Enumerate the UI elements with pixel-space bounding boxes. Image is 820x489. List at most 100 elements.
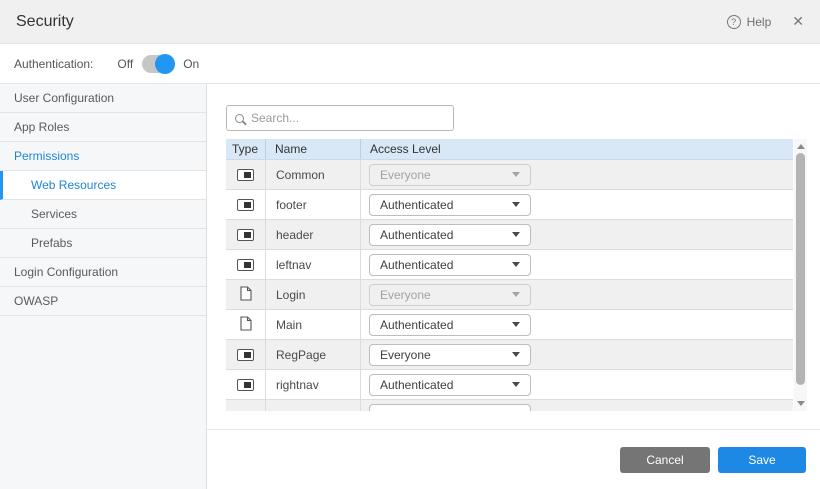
partial-page-icon	[237, 169, 254, 181]
access-level-dropdown[interactable]: Authenticated	[369, 314, 531, 336]
type-cell	[226, 400, 266, 411]
access-level-dropdown[interactable]: Authenticated	[369, 374, 531, 396]
type-cell	[226, 250, 266, 279]
toggle-knob	[155, 54, 175, 74]
toggle-on-label: On	[183, 57, 199, 71]
access-level-cell: Authenticated	[361, 250, 793, 279]
type-cell	[226, 280, 266, 309]
partial-page-icon	[237, 229, 254, 241]
access-level-cell: Authenticated	[361, 220, 793, 249]
chevron-down-icon	[512, 322, 520, 327]
sidebar: User Configuration App Roles Permissions We…	[0, 84, 207, 489]
toggle-off-label: Off	[117, 57, 133, 71]
partial-page-icon	[237, 199, 254, 211]
scroll-down-icon[interactable]	[797, 401, 805, 406]
authentication-toggle[interactable]	[142, 55, 174, 73]
access-level-dropdown[interactable]: Authenticated	[369, 194, 531, 216]
access-level-dropdown: Everyone	[369, 164, 531, 186]
access-level-cell: Everyone	[361, 280, 793, 309]
type-cell	[226, 340, 266, 369]
name-cell: Main	[266, 310, 361, 339]
sidebar-item-app-roles[interactable]: App Roles	[0, 113, 206, 142]
access-level-dropdown: Everyone	[369, 284, 531, 306]
table-row: RegPageEveryone	[226, 340, 793, 370]
name-cell: leftnav	[266, 250, 361, 279]
access-level-cell: Everyone	[361, 160, 793, 189]
sidebar-item-services[interactable]: Services	[0, 200, 206, 229]
name-cell: Common	[266, 160, 361, 189]
help-icon: ?	[727, 15, 741, 29]
access-level-value: Everyone	[380, 168, 431, 182]
chevron-down-icon	[512, 172, 520, 177]
search-icon	[235, 114, 244, 123]
name-cell: footer	[266, 190, 361, 219]
footer-divider	[207, 429, 820, 430]
sidebar-item-label: Web Resources	[31, 178, 116, 192]
sidebar-item-label: User Configuration	[14, 91, 114, 105]
access-level-cell: Authenticated	[361, 370, 793, 399]
type-cell	[226, 220, 266, 249]
page-icon	[240, 316, 252, 334]
access-level-value: Authenticated	[380, 318, 453, 332]
partial-page-icon	[237, 349, 254, 361]
column-header-name: Name	[266, 139, 361, 159]
authentication-row: Authentication: Off On	[0, 44, 820, 84]
page-icon	[240, 286, 252, 304]
type-cell	[226, 190, 266, 219]
type-cell	[226, 160, 266, 189]
access-level-dropdown[interactable]	[369, 404, 531, 412]
cancel-button[interactable]: Cancel	[620, 447, 710, 473]
footer-buttons: Cancel Save	[620, 447, 806, 473]
column-header-access-level: Access Level	[361, 139, 793, 159]
chevron-down-icon	[512, 202, 520, 207]
table-row: leftnav Authenticated	[226, 250, 793, 280]
access-level-value: Authenticated	[380, 198, 453, 212]
chevron-down-icon	[512, 382, 520, 387]
type-cell	[226, 310, 266, 339]
sidebar-item-login-configuration[interactable]: Login Configuration	[0, 258, 206, 287]
permissions-panel: Type Name Access Level Common Everyone foo…	[207, 84, 820, 489]
access-level-dropdown[interactable]: Authenticated	[369, 224, 531, 246]
close-icon[interactable]: ✕	[792, 13, 804, 30]
name-cell	[266, 400, 361, 411]
column-header-type: Type	[226, 139, 266, 159]
type-cell	[226, 370, 266, 399]
table-row: rightnav Authenticated	[226, 370, 793, 400]
sidebar-item-prefabs[interactable]: Prefabs	[0, 229, 206, 258]
chevron-down-icon	[512, 262, 520, 267]
access-level-cell: Everyone	[361, 340, 793, 369]
name-cell: Login	[266, 280, 361, 309]
name-cell: header	[266, 220, 361, 249]
search-box	[226, 105, 454, 131]
access-level-value: Authenticated	[380, 228, 453, 242]
sidebar-item-owasp[interactable]: OWASP	[0, 287, 206, 316]
sidebar-item-label: OWASP	[14, 294, 58, 308]
access-level-dropdown[interactable]: Authenticated	[369, 254, 531, 276]
chevron-down-icon	[512, 292, 520, 297]
sidebar-item-user-configuration[interactable]: User Configuration	[0, 84, 206, 113]
table-header-row: Type Name Access Level	[226, 139, 793, 160]
search-input[interactable]	[251, 111, 445, 125]
sidebar-item-label: App Roles	[14, 120, 69, 134]
access-level-cell: Authenticated	[361, 310, 793, 339]
table-row: footer Authenticated	[226, 190, 793, 220]
titlebar: Security ? Help ✕	[0, 0, 820, 44]
chevron-down-icon	[512, 352, 520, 357]
table-scrollbar[interactable]	[794, 139, 807, 411]
access-level-cell	[361, 400, 793, 411]
table-row	[226, 400, 793, 411]
authentication-label: Authentication:	[14, 57, 93, 71]
table-row: Main Authenticated	[226, 310, 793, 340]
sidebar-item-label: Login Configuration	[14, 265, 118, 279]
help-button[interactable]: ? Help	[727, 15, 772, 29]
scroll-up-icon[interactable]	[797, 144, 805, 149]
scrollbar-thumb[interactable]	[796, 153, 805, 385]
access-level-dropdown[interactable]: Everyone	[369, 344, 531, 366]
access-level-value: Authenticated	[380, 378, 453, 392]
save-button[interactable]: Save	[718, 447, 806, 473]
sidebar-item-permissions[interactable]: Permissions	[0, 142, 206, 171]
name-cell: rightnav	[266, 370, 361, 399]
sidebar-item-label: Prefabs	[31, 236, 72, 250]
sidebar-item-web-resources[interactable]: Web Resources	[0, 171, 206, 200]
page-title: Security	[16, 13, 74, 31]
